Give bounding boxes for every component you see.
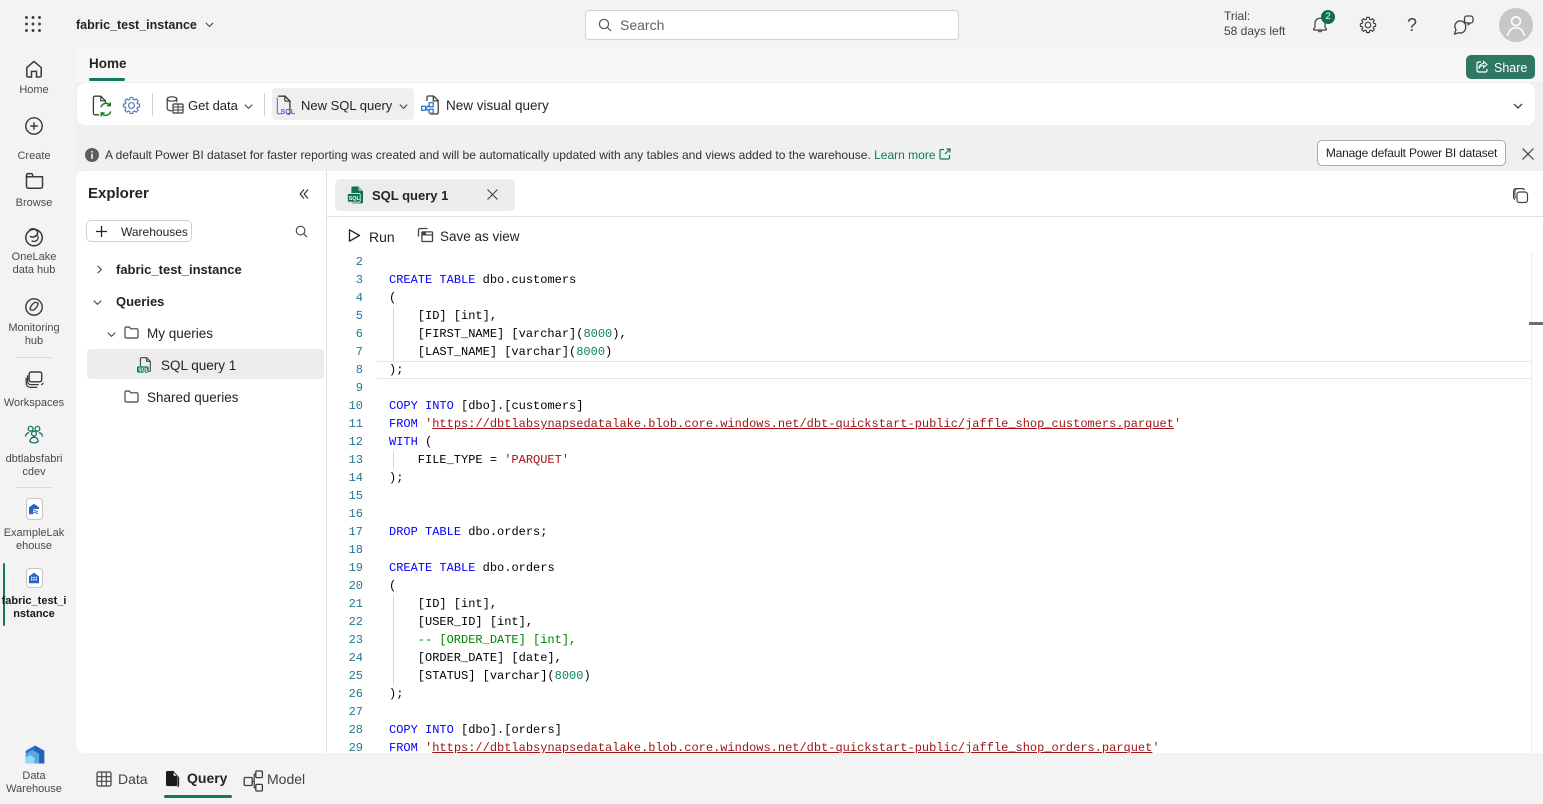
svg-text:SQL: SQL <box>349 196 361 202</box>
svg-text:SQL: SQL <box>138 367 148 373</box>
svg-text:SQL: SQL <box>281 109 296 115</box>
